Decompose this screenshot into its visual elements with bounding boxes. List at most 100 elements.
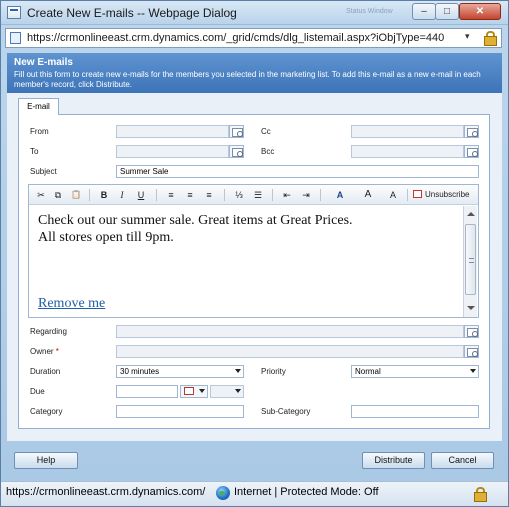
address-bar[interactable]: https://crmonlineeast.crm.dynamics.com/_…	[5, 28, 502, 48]
subject-field[interactable]: Summer Sale	[116, 165, 479, 178]
bold-button[interactable]: B	[98, 188, 110, 202]
regarding-field[interactable]	[116, 325, 464, 338]
due-label: Due	[30, 387, 45, 396]
bcc-field[interactable]	[351, 145, 464, 158]
body-line: Check out our summer sale. Great items a…	[38, 213, 353, 228]
due-time-select[interactable]	[210, 385, 244, 398]
grip-icon	[469, 258, 474, 263]
to-lookup-icon[interactable]	[229, 145, 244, 158]
lock-icon[interactable]	[474, 487, 487, 502]
scroll-up-icon[interactable]	[467, 212, 475, 216]
window-title: Create New E-mails -- Webpage Dialog	[27, 6, 237, 20]
align-left-icon[interactable]: ≡	[165, 188, 177, 202]
maximize-button[interactable]: □	[435, 3, 459, 20]
dialog-heading: New E-mails	[14, 57, 73, 68]
from-field[interactable]	[116, 125, 229, 138]
cancel-button[interactable]: Cancel	[431, 452, 494, 469]
chevron-down-icon	[199, 389, 205, 393]
subcategory-field[interactable]	[351, 405, 479, 418]
owner-label-text: Owner	[30, 347, 54, 356]
due-date-field[interactable]	[116, 385, 178, 398]
unsubscribe-button[interactable]: Unsubscribe	[413, 188, 469, 202]
subject-label: Subject	[30, 167, 57, 176]
cut-icon[interactable]: ✂	[35, 188, 47, 202]
body-line: All stores open till 9pm.	[38, 230, 174, 245]
toolbar-divider	[89, 189, 90, 201]
editor-toolbar: ✂ ⧉ 📋 B I U ≡ ≡ ≡ ⅓ ☰ ⇤ ⇥ A A A Unsubscr…	[29, 185, 478, 205]
status-bar: https://crmonlineeast.crm.dynamics.com/ …	[1, 481, 508, 506]
dialog-window: Create New E-mails -- Webpage Dialog Sta…	[0, 0, 509, 507]
bcc-lookup-icon[interactable]	[464, 145, 479, 158]
remove-me-link[interactable]: Remove me	[38, 296, 105, 312]
font-color-icon[interactable]: A	[384, 188, 402, 202]
from-label: From	[30, 127, 49, 136]
background-window-text: Status Window	[346, 8, 393, 15]
chevron-down-icon	[235, 369, 241, 373]
align-center-icon[interactable]: ≡	[184, 188, 196, 202]
window-icon	[7, 6, 21, 19]
address-url[interactable]: https://crmonlineeast.crm.dynamics.com/_…	[27, 32, 447, 44]
cc-lookup-icon[interactable]	[464, 125, 479, 138]
priority-label: Priority	[261, 367, 286, 376]
font-size-icon[interactable]: A	[359, 188, 377, 202]
page-icon	[10, 32, 21, 44]
close-button[interactable]: ✕	[459, 3, 501, 20]
dialog-description: Fill out this form to create new e-mails…	[14, 70, 481, 89]
tab-email[interactable]: E-mail	[18, 98, 59, 115]
toolbar-divider	[407, 189, 408, 201]
priority-select[interactable]: Normal	[351, 365, 479, 378]
chevron-down-icon[interactable]: ▾	[465, 31, 470, 42]
indent-icon[interactable]: ⇥	[300, 188, 312, 202]
category-label: Category	[30, 407, 63, 416]
chevron-down-icon	[235, 389, 241, 393]
scroll-thumb[interactable]	[465, 224, 476, 295]
cc-field[interactable]	[351, 125, 464, 138]
chevron-down-icon	[470, 369, 476, 373]
underline-button[interactable]: U	[135, 188, 147, 202]
align-right-icon[interactable]: ≡	[203, 188, 215, 202]
to-label: To	[30, 147, 39, 156]
duration-label: Duration	[30, 367, 61, 376]
highlight-icon[interactable]: A	[331, 188, 349, 202]
unsubscribe-label: Unsubscribe	[425, 190, 470, 199]
category-field[interactable]	[116, 405, 244, 418]
owner-field[interactable]	[116, 345, 464, 358]
status-url: https://crmonlineeast.crm.dynamics.com/	[6, 486, 206, 498]
lock-icon[interactable]	[484, 31, 497, 46]
numbered-list-icon[interactable]: ⅓	[233, 188, 245, 202]
cc-label: Cc	[261, 127, 271, 136]
unsubscribe-icon	[413, 190, 422, 198]
toolbar-divider	[320, 189, 321, 201]
help-button[interactable]: Help	[14, 452, 78, 469]
subcategory-label: Sub-Category	[261, 407, 311, 416]
email-body-text[interactable]: Check out our summer sale. Great items a…	[38, 212, 458, 246]
minimize-button[interactable]: –	[412, 3, 436, 20]
from-lookup-icon[interactable]	[229, 125, 244, 138]
distribute-button[interactable]: Distribute	[362, 452, 425, 469]
dialog-header: New E-mails Fill out this form to create…	[7, 53, 502, 93]
italic-button[interactable]: I	[117, 188, 127, 202]
email-body-editor[interactable]: ✂ ⧉ 📋 B I U ≡ ≡ ≡ ⅓ ☰ ⇤ ⇥ A A A Unsubscr…	[28, 184, 479, 318]
to-field[interactable]	[116, 145, 229, 158]
scroll-down-icon[interactable]	[467, 306, 475, 310]
paste-icon[interactable]: 📋	[69, 188, 83, 202]
bulleted-list-icon[interactable]: ☰	[252, 188, 264, 202]
owner-lookup-icon[interactable]	[464, 345, 479, 358]
bcc-label: Bcc	[261, 147, 275, 156]
outdent-icon[interactable]: ⇤	[281, 188, 293, 202]
title-bar: Create New E-mails -- Webpage Dialog Sta…	[1, 1, 508, 25]
editor-scrollbar[interactable]	[463, 206, 477, 317]
security-zone[interactable]: Internet | Protected Mode: Off	[234, 486, 379, 498]
required-marker: *	[55, 347, 59, 356]
duration-value: 30 minutes	[120, 367, 160, 376]
copy-icon[interactable]: ⧉	[52, 188, 64, 202]
toolbar-divider	[224, 189, 225, 201]
toolbar-divider	[156, 189, 157, 201]
duration-select[interactable]: 30 minutes	[116, 365, 244, 378]
owner-label: Owner *	[30, 347, 59, 356]
priority-value: Normal	[355, 367, 381, 376]
calendar-icon[interactable]	[180, 385, 208, 398]
regarding-lookup-icon[interactable]	[464, 325, 479, 338]
toolbar-divider	[272, 189, 273, 201]
regarding-label: Regarding	[30, 327, 67, 336]
